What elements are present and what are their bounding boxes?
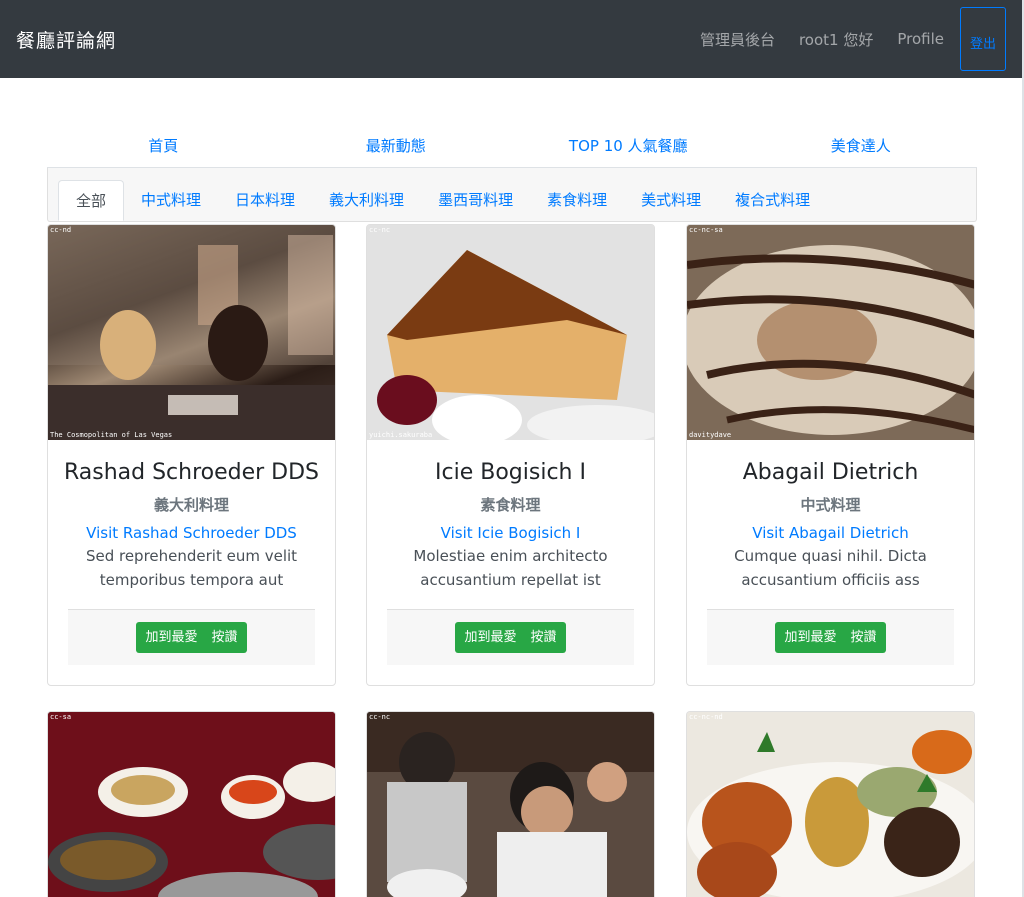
license-label: cc-nc xyxy=(369,713,391,721)
tab-italian[interactable]: 義大利料理 xyxy=(312,180,421,221)
photo-illustration xyxy=(48,225,335,440)
photo-illustration xyxy=(367,712,654,897)
top-navbar: 餐廳評論網 管理員後台 root1 您好 Profile 登出 xyxy=(0,0,1022,78)
license-label: cc-nc-nd xyxy=(689,713,723,721)
photo-illustration xyxy=(48,712,335,897)
nav-top10[interactable]: TOP 10 人氣餐廳 xyxy=(512,130,745,167)
nav-foodies[interactable]: 美食達人 xyxy=(745,130,978,167)
like-button[interactable]: 按讚 xyxy=(212,622,238,653)
admin-link[interactable]: 管理員後台 xyxy=(700,29,775,50)
restaurant-photo[interactable]: cc-nc-nd xyxy=(687,712,974,897)
tab-american[interactable]: 美式料理 xyxy=(624,180,718,221)
restaurant-description: Molestiae enim architecto accusantium re… xyxy=(413,547,608,589)
tab-vegetarian[interactable]: 素食料理 xyxy=(530,180,624,221)
photo-caption: yuichi.sakuraba xyxy=(369,431,433,439)
restaurant-description: Sed reprehenderit eum velit temporibus t… xyxy=(85,547,298,589)
restaurant-photo[interactable]: cc-nd The Cosmopolitan of Las Vegas xyxy=(48,225,335,440)
card-footer: 加到最愛 按讚 xyxy=(387,609,634,665)
photo-illustration xyxy=(367,225,654,440)
like-button[interactable]: 按讚 xyxy=(851,622,877,653)
action-button-group: 加到最愛 按讚 xyxy=(455,622,566,653)
main-nav: 首頁 最新動態 TOP 10 人氣餐廳 美食達人 xyxy=(47,130,977,168)
add-favorite-button[interactable]: 加到最愛 xyxy=(145,622,197,653)
brand-logo[interactable]: 餐廳評論網 xyxy=(16,26,676,53)
restaurant-link[interactable]: Visit Rashad Schroeder DDS xyxy=(48,524,335,542)
tab-fusion[interactable]: 複合式料理 xyxy=(718,180,827,221)
restaurant-photo[interactable]: cc-sa xyxy=(48,712,335,897)
restaurant-photo[interactable]: cc-nc yuichi.sakuraba xyxy=(367,225,654,440)
photo-caption: The Cosmopolitan of Las Vegas xyxy=(50,431,173,439)
navbar-right: 管理員後台 root1 您好 Profile 登出 xyxy=(676,0,1006,78)
nav-feeds[interactable]: 最新動態 xyxy=(280,130,513,167)
restaurant-name: Icie Bogisich I xyxy=(435,460,586,485)
restaurant-photo[interactable]: cc-nc-sa davitydave xyxy=(687,225,974,440)
restaurant-name: Rashad Schroeder DDS xyxy=(63,460,320,485)
restaurant-photo[interactable]: cc-nc xyxy=(367,712,654,897)
card-body: Abagail Dietrich 中式料理 Visit Abagail Diet… xyxy=(687,440,974,592)
restaurant-card: cc-sa xyxy=(47,711,336,897)
restaurant-description: Cumque quasi nihil. Dicta accusantium of… xyxy=(734,547,927,589)
restaurant-card: cc-nc-sa davitydave Abagail Dietrich 中式料… xyxy=(686,224,975,686)
license-label: cc-nc xyxy=(369,226,391,234)
restaurant-category: 中式料理 xyxy=(800,496,861,514)
like-button[interactable]: 按讚 xyxy=(531,622,557,653)
photo-illustration xyxy=(687,225,974,440)
tab-mexican[interactable]: 墨西哥料理 xyxy=(421,180,530,221)
user-greeting: root1 您好 xyxy=(798,30,874,49)
action-button-group: 加到最愛 按讚 xyxy=(136,622,247,653)
add-favorite-button[interactable]: 加到最愛 xyxy=(464,622,516,653)
tab-all[interactable]: 全部 xyxy=(58,180,125,221)
restaurant-category: 素食料理 xyxy=(480,496,541,514)
nav-home[interactable]: 首頁 xyxy=(47,130,280,167)
card-footer: 加到最愛 按讚 xyxy=(707,609,954,665)
photo-caption: davitydave xyxy=(689,431,732,439)
restaurant-card: cc-nd The Cosmopolitan of Las Vegas Rash… xyxy=(47,224,336,686)
restaurant-card: cc-nc xyxy=(366,711,655,897)
profile-link[interactable]: Profile xyxy=(897,30,944,48)
restaurant-link[interactable]: Visit Icie Bogisich I xyxy=(367,524,654,542)
license-label: cc-nd xyxy=(50,226,72,234)
restaurant-card: cc-nc-nd xyxy=(686,711,975,897)
card-footer: 加到最愛 按讚 xyxy=(68,609,315,665)
logout-button[interactable]: 登出 xyxy=(960,7,1006,71)
action-button-group: 加到最愛 按讚 xyxy=(775,622,886,653)
card-body: Rashad Schroeder DDS 義大利料理 Visit Rashad … xyxy=(48,440,335,592)
restaurant-card: cc-nc yuichi.sakuraba Icie Bogisich I 素食… xyxy=(366,224,655,686)
photo-illustration xyxy=(687,712,974,897)
license-label: cc-nc-sa xyxy=(689,226,723,234)
restaurant-name: Abagail Dietrich xyxy=(742,460,919,485)
category-tabs-container: 全部 中式料理 日本料理 義大利料理 墨西哥料理 素食料理 美式料理 複合式料理 xyxy=(47,168,977,222)
category-tabs: 全部 中式料理 日本料理 義大利料理 墨西哥料理 素食料理 美式料理 複合式料理 xyxy=(48,168,976,222)
tab-chinese[interactable]: 中式料理 xyxy=(124,180,218,221)
restaurant-link[interactable]: Visit Abagail Dietrich xyxy=(687,524,974,542)
tab-japanese[interactable]: 日本料理 xyxy=(218,180,312,221)
license-label: cc-sa xyxy=(50,713,72,721)
restaurant-category: 義大利料理 xyxy=(153,496,229,514)
card-body: Icie Bogisich I 素食料理 Visit Icie Bogisich… xyxy=(367,440,654,592)
add-favorite-button[interactable]: 加到最愛 xyxy=(784,622,836,653)
